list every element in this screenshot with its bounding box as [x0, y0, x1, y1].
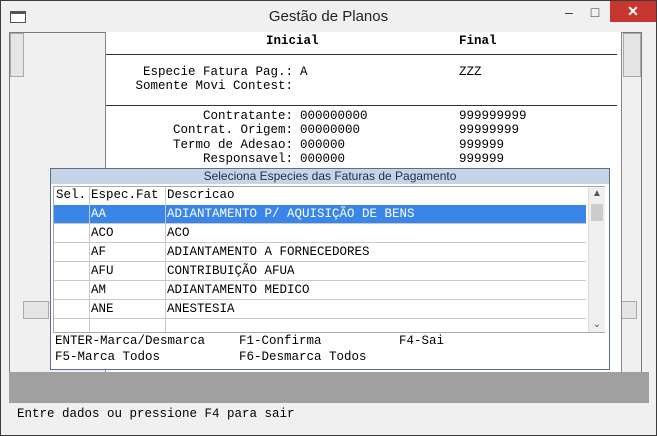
- field-contratante-initial[interactable]: 000000000: [300, 109, 368, 123]
- field-termo-adesao-initial[interactable]: 000000: [300, 138, 345, 152]
- row-divider: [54, 280, 586, 281]
- scroll-up-arrow-icon[interactable]: ▲: [589, 187, 605, 201]
- field-contrat-origem-final[interactable]: 99999999: [459, 123, 519, 137]
- field-responsavel-final[interactable]: 999999: [459, 152, 504, 166]
- scroll-thumb[interactable]: [591, 204, 603, 221]
- main-window: Gestão de Planos – □ ✕ Inicial Final Esp…: [0, 0, 657, 436]
- row-code-cell: AM: [91, 283, 107, 297]
- left-lower-control: [23, 301, 49, 319]
- row-desc-cell: ACO: [167, 226, 190, 240]
- field-label-responsavel: Responsavel:: [202, 152, 293, 166]
- row-desc-cell: CONTRIBUIÇÃO AFUA: [167, 264, 295, 278]
- key-f4: F4-Sai: [399, 334, 445, 348]
- field-contrat-origem-initial[interactable]: 00000000: [300, 123, 360, 137]
- row-code-cell: AFU: [91, 264, 114, 278]
- title-bar: Gestão de Planos – □ ✕: [1, 1, 656, 32]
- row-divider: [54, 318, 586, 319]
- status-bar: Entre dados ou pressione F4 para sair: [9, 403, 649, 427]
- field-label-termo-adesao: Termo de Adesao:: [172, 138, 293, 152]
- maximize-button[interactable]: □: [582, 1, 608, 22]
- species-selection-dialog: Seleciona Especies das Faturas de Pagame…: [50, 168, 610, 370]
- field-label-contratante: Contratante:: [202, 109, 293, 123]
- field-label-contrat-origem: Contrat. Origem:: [172, 123, 293, 137]
- table-row[interactable]: ACO ACO: [54, 224, 586, 243]
- status-message: Entre dados ou pressione F4 para sair: [17, 407, 295, 421]
- header-divider: [106, 54, 617, 55]
- bottom-gray-bar: [9, 372, 649, 403]
- table-row[interactable]: ANE ANESTESIA: [54, 300, 586, 319]
- key-f6: F6-Desmarca Todos: [239, 350, 367, 364]
- row-divider: [54, 242, 586, 243]
- row-code-cell: AA: [91, 207, 107, 221]
- field-responsavel-initial[interactable]: 000000: [300, 152, 345, 166]
- row-code-cell: ACO: [91, 226, 114, 240]
- header-initial: Inicial: [266, 34, 319, 48]
- row-code-cell: ANE: [91, 302, 114, 316]
- table-row[interactable]: AF ADIANTAMENTO A FORNECEDORES: [54, 243, 586, 262]
- field-contratante-final[interactable]: 999999999: [459, 109, 527, 123]
- vertical-scrollbar[interactable]: ▲ ⌄: [588, 187, 605, 332]
- dialog-title: Seleciona Especies das Faturas de Pagame…: [51, 169, 609, 184]
- table-row[interactable]: AM ADIANTAMENTO MEDICO: [54, 281, 586, 300]
- field-label-movi-contest: Somente Movi Contest:: [135, 79, 293, 93]
- column-divider: [89, 187, 90, 332]
- field-especie-final[interactable]: ZZZ: [459, 65, 482, 79]
- field-especie-initial[interactable]: A: [300, 65, 308, 79]
- minimize-button[interactable]: –: [556, 1, 582, 22]
- row-desc-cell: ADIANTAMENTO MEDICO: [167, 283, 310, 297]
- row-divider: [54, 223, 586, 224]
- column-header-sel[interactable]: Sel.: [56, 187, 86, 204]
- table-row[interactable]: AFU CONTRIBUIÇÃO AFUA: [54, 262, 586, 281]
- key-enter: ENTER-Marca/Desmarca: [55, 334, 206, 348]
- row-desc-cell: ADIANTAMENTO P/ AQUISIÇÃO DE BENS: [167, 207, 415, 221]
- row-desc-cell: ANESTESIA: [167, 302, 235, 316]
- table-row[interactable]: AA ADIANTAMENTO P/ AQUISIÇÃO DE BENS: [54, 205, 586, 224]
- close-button[interactable]: ✕: [610, 1, 656, 22]
- row-divider: [54, 261, 586, 262]
- column-divider: [165, 187, 166, 332]
- column-header-espec-fat[interactable]: Espec.Fat: [91, 187, 159, 204]
- right-panel-edge: [623, 33, 641, 77]
- scroll-down-chevron-icon[interactable]: ⌄: [589, 318, 605, 332]
- left-panel-edge: [10, 33, 24, 77]
- header-final: Final: [459, 34, 497, 48]
- field-termo-adesao-final[interactable]: 999999: [459, 138, 504, 152]
- species-table: Sel. Espec.Fat Descricao AA ADIANTAMENTO…: [53, 186, 605, 333]
- row-code-cell: AF: [91, 245, 107, 259]
- key-f5: F5-Marca Todos: [55, 350, 161, 364]
- table-row[interactable]: [54, 319, 586, 332]
- row-divider: [54, 299, 586, 300]
- column-header-descricao[interactable]: Descricao: [167, 187, 235, 204]
- section-divider: [106, 105, 617, 106]
- key-f1: F1-Confirma: [239, 334, 322, 348]
- field-label-especie: Especie Fatura Pag.:: [142, 65, 293, 79]
- row-desc-cell: ADIANTAMENTO A FORNECEDORES: [167, 245, 370, 259]
